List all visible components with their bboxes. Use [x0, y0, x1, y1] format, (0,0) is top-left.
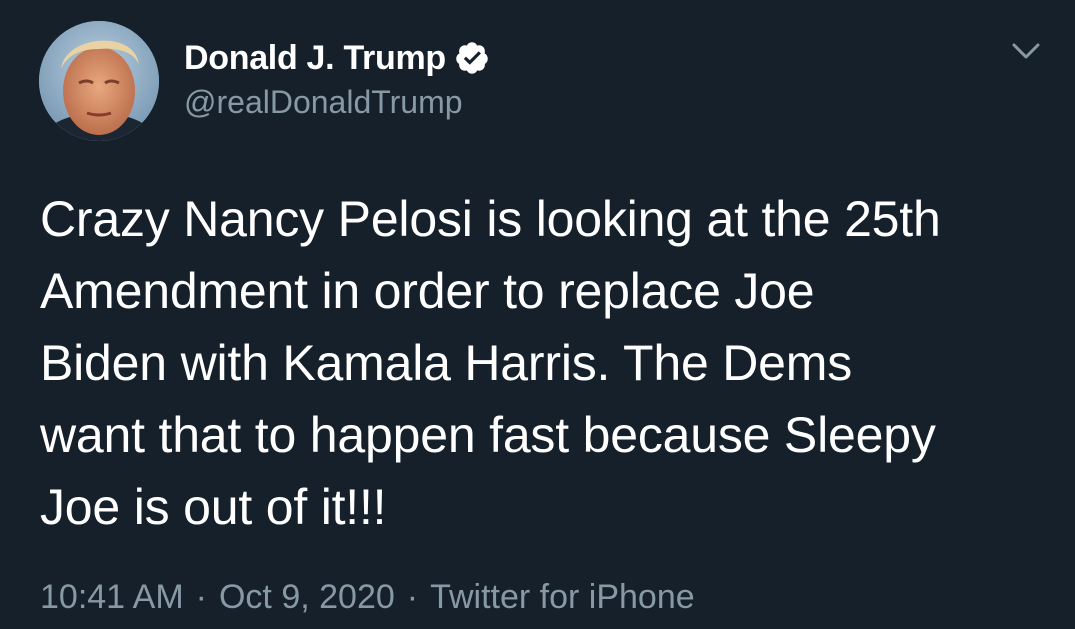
author-name-row: Donald J. Trump	[184, 36, 490, 80]
meta-separator: ·	[406, 578, 419, 616]
tweet-text: Crazy Nancy Pelosi is looking at the 25t…	[40, 191, 941, 535]
tweet-source[interactable]: Twitter for iPhone	[430, 578, 695, 617]
verified-badge-icon	[456, 42, 488, 74]
meta-separator: ·	[195, 578, 207, 616]
avatar[interactable]	[39, 21, 159, 141]
chevron-down-icon[interactable]	[1004, 36, 1048, 66]
avatar-image	[39, 21, 159, 141]
tweet-date[interactable]: Oct 9, 2020	[219, 578, 395, 617]
tweet-time[interactable]: 10:41 AM	[40, 578, 184, 617]
tweet-card: Donald J. Trump @realDonaldTrump Crazy N…	[0, 0, 1075, 629]
tweet-meta: 10:41 AM · Oct 9, 2020 · Twitter for iPh…	[40, 578, 695, 617]
author-display-name[interactable]: Donald J. Trump	[184, 39, 446, 78]
author-handle[interactable]: @realDonaldTrump	[184, 84, 463, 121]
